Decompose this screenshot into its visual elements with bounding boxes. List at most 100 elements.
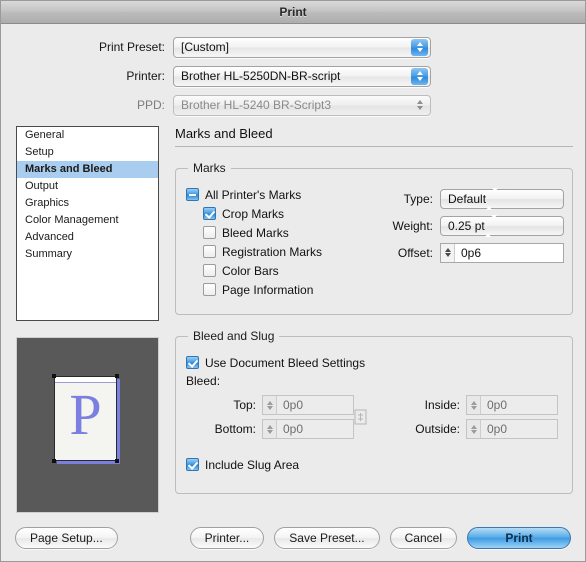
crop-mark-icon bbox=[52, 374, 56, 378]
sidebar-item-marks-and-bleed[interactable]: Marks and Bleed bbox=[17, 161, 158, 178]
page-setup-button[interactable]: Page Setup... bbox=[15, 527, 118, 549]
checkbox-label: Crop Marks bbox=[222, 206, 285, 221]
bleed-group-legend: Bleed and Slug bbox=[193, 329, 275, 343]
checkbox-unchecked-icon[interactable] bbox=[203, 283, 216, 296]
bleed-inside-label: Inside: bbox=[424, 398, 460, 412]
mark-offset-field[interactable]: 0p6 bbox=[440, 242, 564, 263]
page-preview[interactable]: P bbox=[16, 337, 159, 513]
checkbox-unchecked-icon[interactable] bbox=[203, 226, 216, 239]
cancel-button[interactable]: Cancel bbox=[389, 527, 457, 549]
stepper-updown-icon[interactable] bbox=[263, 420, 277, 438]
printer-settings-rows: Print Preset: [Custom] Printer: Brother … bbox=[1, 24, 585, 118]
checkbox-unchecked-icon[interactable] bbox=[203, 245, 216, 258]
ppd-value: Brother HL-5240 BR-Script3 bbox=[181, 98, 332, 112]
dialog-button-bar: Page Setup... Printer... Save Preset... … bbox=[1, 527, 585, 549]
bleed-and-slug-group: Bleed and Slug Use Document Bleed Settin… bbox=[175, 329, 573, 494]
bleed-top-field[interactable]: 0p0 bbox=[262, 395, 354, 415]
mark-type-popup[interactable]: Default bbox=[440, 187, 564, 210]
sidebar-item-color-management[interactable]: Color Management bbox=[17, 212, 158, 229]
sidebar-item-summary[interactable]: Summary bbox=[17, 246, 158, 263]
marks-group: Marks All Printer's Marks Crop Marks Ble… bbox=[175, 161, 573, 315]
window-title: Print bbox=[279, 5, 307, 19]
page-title: Marks and Bleed bbox=[175, 126, 573, 147]
checkbox-label: Use Document Bleed Settings bbox=[205, 355, 366, 370]
chevron-updown-icon[interactable] bbox=[486, 187, 502, 210]
mark-offset-value: 0p6 bbox=[461, 245, 482, 260]
chevron-updown-icon[interactable] bbox=[484, 214, 501, 237]
bleed-row-top-inside: Top: 0p0 Inside: 0p0 bbox=[186, 393, 562, 417]
settings-category-list[interactable]: General Setup Marks and Bleed Output Gra… bbox=[16, 126, 159, 321]
chain-link-icon[interactable] bbox=[354, 409, 367, 425]
printer-label: Printer: bbox=[126, 69, 165, 83]
checkbox-unchecked-icon[interactable] bbox=[203, 264, 216, 277]
bleed-top-label: Top: bbox=[233, 398, 256, 412]
bleed-outside-label: Outside: bbox=[415, 422, 460, 436]
mark-offset-row: Offset: 0p6 bbox=[381, 241, 566, 264]
stepper-updown-icon[interactable] bbox=[467, 396, 481, 414]
printer-popup[interactable]: Brother HL-5250DN-BR-script bbox=[173, 65, 431, 87]
mark-type-value: Default bbox=[448, 191, 487, 206]
checkbox-row-include-slug-area[interactable]: Include Slug Area bbox=[186, 455, 562, 474]
print-preset-label: Print Preset: bbox=[98, 40, 165, 54]
mark-weight-row: Weight: 0.25 pt bbox=[381, 214, 566, 237]
bleed-top-value: 0p0 bbox=[283, 398, 304, 412]
checkbox-mixed-icon[interactable] bbox=[186, 188, 199, 201]
checkbox-checked-icon[interactable] bbox=[203, 207, 216, 220]
stepper-updown-icon[interactable] bbox=[441, 243, 455, 262]
chevron-updown-icon bbox=[411, 97, 428, 114]
preview-page-glyph: P bbox=[69, 382, 102, 447]
bleed-section-label: Bleed: bbox=[186, 374, 221, 388]
printer-value: Brother HL-5250DN-BR-script bbox=[181, 69, 341, 83]
sidebar-item-general[interactable]: General bbox=[17, 127, 158, 144]
bleed-bottom-value: 0p0 bbox=[283, 422, 304, 436]
checkbox-checked-icon[interactable] bbox=[186, 356, 199, 369]
checkbox-checked-icon[interactable] bbox=[186, 458, 199, 471]
printer-button[interactable]: Printer... bbox=[189, 527, 265, 549]
ppd-popup: Brother HL-5240 BR-Script3 bbox=[173, 94, 431, 116]
ppd-label: PPD: bbox=[136, 98, 165, 112]
checkbox-label: Include Slug Area bbox=[205, 457, 300, 472]
checkbox-row-page-information[interactable]: Page Information bbox=[203, 280, 562, 299]
ppd-row: PPD: Brother HL-5240 BR-Script3 bbox=[1, 92, 585, 118]
preview-page: P bbox=[52, 374, 119, 463]
mark-weight-label: Weight: bbox=[392, 218, 433, 233]
checkbox-label: Color Bars bbox=[222, 263, 279, 278]
save-preset-button[interactable]: Save Preset... bbox=[274, 527, 380, 549]
checkbox-label: All Printer's Marks bbox=[205, 187, 302, 202]
chevron-updown-icon[interactable] bbox=[411, 67, 428, 85]
printer-row: Printer: Brother HL-5250DN-BR-script bbox=[1, 63, 585, 89]
mark-type-row: Type: Default bbox=[381, 187, 566, 210]
mark-weight-value: 0.25 pt bbox=[448, 218, 485, 233]
bleed-fields-grid: Top: 0p0 Inside: 0p0 Bottom: 0p0 Outside… bbox=[186, 393, 562, 441]
crop-mark-icon bbox=[115, 459, 119, 463]
crop-mark-icon bbox=[115, 374, 119, 378]
bleed-outside-value: 0p0 bbox=[487, 422, 508, 436]
sidebar-item-setup[interactable]: Setup bbox=[17, 144, 158, 161]
checkbox-label: Registration Marks bbox=[222, 244, 323, 259]
stepper-updown-icon[interactable] bbox=[467, 420, 481, 438]
window-titlebar: Print bbox=[1, 1, 585, 24]
marks-group-legend: Marks bbox=[193, 161, 226, 175]
checkbox-row-use-document-bleed[interactable]: Use Document Bleed Settings bbox=[186, 353, 562, 372]
chevron-updown-icon[interactable] bbox=[411, 38, 428, 56]
mark-weight-popup[interactable]: 0.25 pt bbox=[440, 214, 564, 237]
mark-type-label: Type: bbox=[403, 191, 433, 206]
sidebar-item-advanced[interactable]: Advanced bbox=[17, 229, 158, 246]
mark-offset-label: Offset: bbox=[397, 245, 433, 260]
print-dialog: Print Print Preset: [Custom] Printer: Br… bbox=[0, 0, 586, 562]
print-button[interactable]: Print bbox=[467, 527, 571, 549]
print-preset-row: Print Preset: [Custom] bbox=[1, 34, 585, 60]
sidebar-item-graphics[interactable]: Graphics bbox=[17, 195, 158, 212]
stepper-updown-icon[interactable] bbox=[263, 396, 277, 414]
bleed-row-bottom-outside: Bottom: 0p0 Outside: 0p0 bbox=[186, 417, 562, 441]
bleed-outside-field[interactable]: 0p0 bbox=[466, 419, 558, 439]
bleed-bottom-field[interactable]: 0p0 bbox=[262, 419, 354, 439]
bleed-bottom-label: Bottom: bbox=[214, 422, 256, 436]
bleed-inside-field[interactable]: 0p0 bbox=[466, 395, 558, 415]
sidebar-item-output[interactable]: Output bbox=[17, 178, 158, 195]
marks-and-bleed-pane: Marks and Bleed Marks All Printer's Mark… bbox=[175, 126, 573, 494]
bleed-inside-value: 0p0 bbox=[487, 398, 508, 412]
print-preset-popup[interactable]: [Custom] bbox=[173, 36, 431, 58]
print-preset-value: [Custom] bbox=[181, 40, 230, 54]
marks-options-column: Type: Default Weight: 0.25 pt Offset: 0p… bbox=[381, 187, 566, 268]
